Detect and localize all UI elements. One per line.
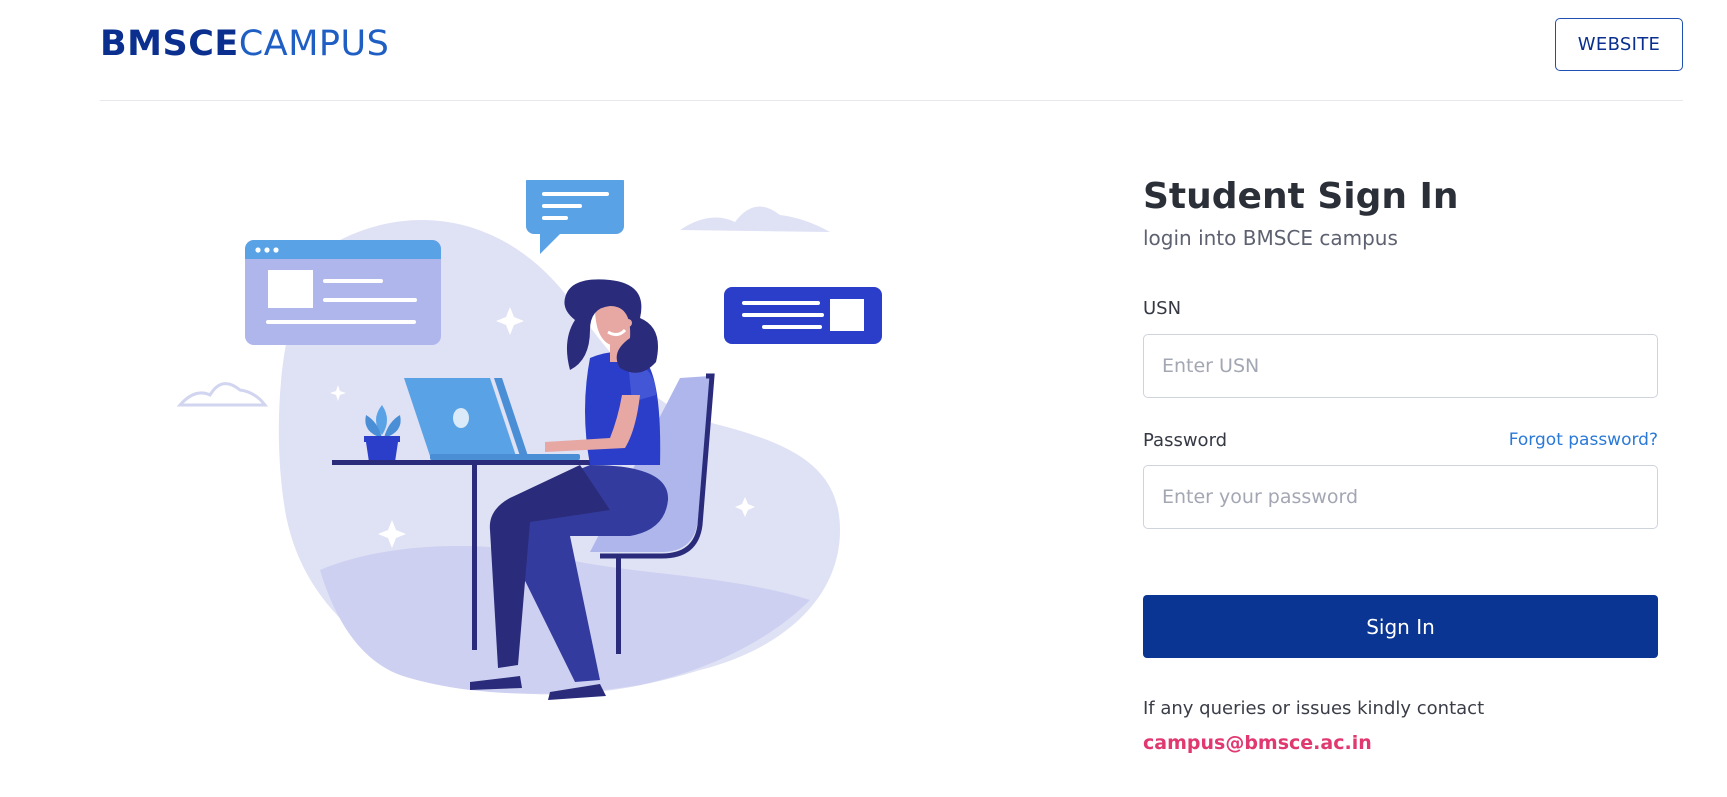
contact-text: If any queries or issues kindly contact bbox=[1143, 698, 1485, 719]
signin-button[interactable]: Sign In bbox=[1143, 595, 1658, 658]
website-button[interactable]: WEBSITE bbox=[1555, 18, 1683, 71]
forgot-password-link[interactable]: Forgot password? bbox=[1509, 430, 1658, 450]
password-label: Password bbox=[1143, 430, 1228, 451]
usn-label: USN bbox=[1143, 298, 1182, 319]
logo-bold: BMSCE bbox=[100, 24, 239, 64]
cloud-left bbox=[176, 382, 269, 407]
contact-email-link[interactable]: campus@bmsce.ac.in bbox=[1143, 732, 1372, 754]
student-with-laptop-illustration bbox=[170, 174, 1000, 780]
page-title: Student Sign In bbox=[1143, 176, 1459, 217]
plant-pot bbox=[366, 442, 398, 462]
logo-light: CAMPUS bbox=[238, 24, 390, 64]
illustration-svg bbox=[176, 174, 882, 700]
header: BMSCECAMPUS WEBSITE bbox=[100, 0, 1683, 101]
password-input[interactable] bbox=[1143, 465, 1658, 529]
desk bbox=[332, 460, 606, 465]
logo[interactable]: BMSCECAMPUS bbox=[100, 24, 389, 64]
cloud-top bbox=[680, 206, 830, 232]
page-subtitle: login into BMSCE campus bbox=[1143, 226, 1398, 250]
usn-input[interactable] bbox=[1143, 334, 1658, 398]
signin-form: Student Sign In login into BMSCE campus … bbox=[1143, 170, 1658, 754]
